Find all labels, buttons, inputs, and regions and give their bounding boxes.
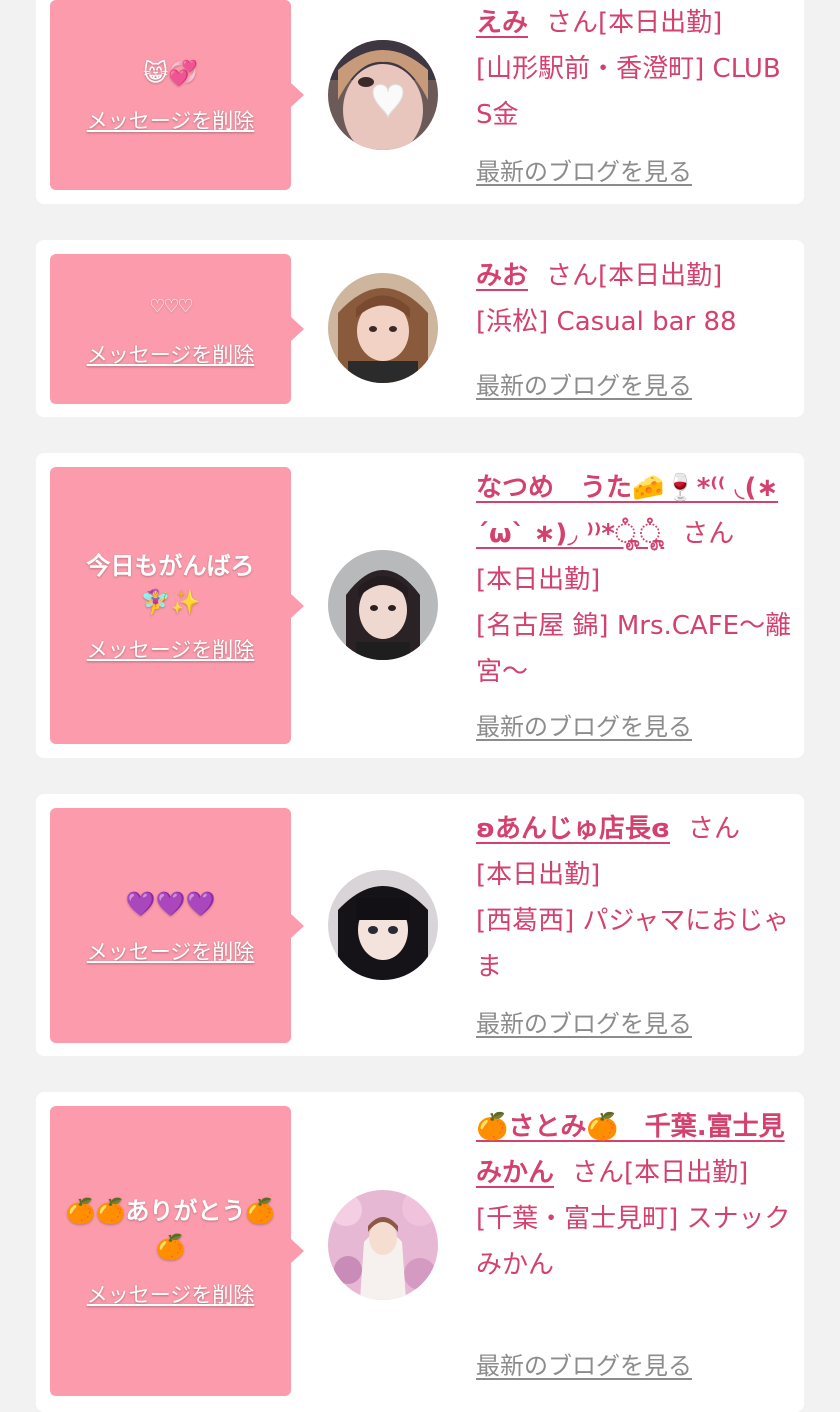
latest-blog-link[interactable]: 最新のブログを見る bbox=[476, 152, 692, 187]
avatar[interactable] bbox=[328, 273, 438, 383]
message-text: 🍊🍊ありがとう🍊🍊 bbox=[65, 1197, 276, 1261]
cast-info: なつめ うた🧀🍷*⁽⁽ ◟(∗ ˊωˋ ∗)◞ ⁾⁾*ೄ̊ೄ̊ さん [本日出勤]… bbox=[476, 465, 792, 695]
san-label: さん bbox=[682, 519, 735, 549]
message-bubble: 今日もがんばろ🧚‍♀️✨ メッセージを削除 bbox=[50, 467, 304, 744]
message-text: 😸💞 bbox=[143, 59, 198, 87]
cast-name-link[interactable]: みお bbox=[476, 261, 528, 291]
cast-info: ʚあんじゅ店長ɞ さん [本日出勤] [西葛西] パジャマにおじゃま bbox=[476, 806, 792, 990]
message-card: ♡♡♡ メッセージを削除 みお さん[本日出勤] [浜松] Casual bar … bbox=[36, 240, 804, 417]
delete-message-link[interactable]: メッセージを削除 bbox=[87, 105, 255, 135]
status-label: [本日出勤] bbox=[476, 565, 601, 595]
status-label: [本日出勤] bbox=[598, 261, 723, 291]
message-bubble: 😸💞 メッセージを削除 bbox=[50, 0, 304, 190]
shop-label: [山形駅前・香澄町] CLUB S金 bbox=[476, 54, 781, 130]
message-card: 今日もがんばろ🧚‍♀️✨ メッセージを削除 なつめ うた🧀🍷*⁽⁽ ◟(∗ ˊω… bbox=[36, 453, 804, 758]
girl-photo-cherry-blossom-icon bbox=[328, 1190, 438, 1300]
delete-message-link[interactable]: メッセージを削除 bbox=[87, 634, 255, 664]
message-text: 💜💜💜 bbox=[125, 889, 216, 918]
latest-blog-link[interactable]: 最新のブログを見る bbox=[476, 366, 692, 401]
message-bubble: ♡♡♡ メッセージを削除 bbox=[50, 254, 304, 404]
girl-photo-brown-hair-icon bbox=[328, 273, 438, 383]
message-card: 🍊🍊ありがとう🍊🍊 メッセージを削除 🍊さとみ🍊 千葉.富士見みかん さん[本日出… bbox=[36, 1092, 804, 1412]
message-text: 今日もがんばろ🧚‍♀️✨ bbox=[86, 551, 255, 616]
cast-info: みお さん[本日出勤] [浜松] Casual bar 88 bbox=[476, 253, 792, 345]
delete-message-link[interactable]: メッセージを削除 bbox=[87, 936, 255, 966]
message-text: ♡♡♡ bbox=[149, 296, 193, 317]
cast-name-link[interactable]: ʚあんじゅ店長ɞ bbox=[476, 814, 670, 844]
latest-blog-link[interactable]: 最新のブログを見る bbox=[476, 1004, 692, 1039]
girl-photo-black-hair-icon bbox=[328, 870, 438, 980]
avatar[interactable] bbox=[328, 40, 438, 150]
shop-label: [西葛西] パジャマにおじゃま bbox=[476, 906, 790, 982]
cast-info: えみ さん[本日出勤] [山形駅前・香澄町] CLUB S金 bbox=[476, 0, 792, 138]
cast-name-link[interactable]: えみ bbox=[476, 8, 528, 38]
cast-info: 🍊さとみ🍊 千葉.富士見みかん さん[本日出勤] [千葉・富士見町] スナックみか… bbox=[476, 1104, 792, 1288]
delete-message-link[interactable]: メッセージを削除 bbox=[87, 339, 255, 369]
status-label: [本日出勤] bbox=[598, 8, 723, 38]
latest-blog-link[interactable]: 最新のブログを見る bbox=[476, 707, 692, 742]
san-label: さん bbox=[572, 1158, 625, 1188]
girl-photo-dark-hair-icon bbox=[328, 550, 438, 660]
san-label: さん bbox=[546, 261, 599, 291]
message-bubble: 🍊🍊ありがとう🍊🍊 メッセージを削除 bbox=[50, 1106, 304, 1396]
message-card: 😸💞 メッセージを削除 えみ さん[本日出勤] [山形駅前・香澄町] CLUB S… bbox=[36, 0, 804, 204]
latest-blog-link[interactable]: 最新のブログを見る bbox=[476, 1346, 692, 1381]
avatar[interactable] bbox=[328, 550, 438, 660]
san-label: さん bbox=[688, 814, 741, 844]
message-card: 💜💜💜 メッセージを削除 ʚあんじゅ店長ɞ さん [本日出勤] [西葛西] パジャ… bbox=[36, 794, 804, 1056]
san-label: さん bbox=[546, 8, 599, 38]
shop-label: [千葉・富士見町] スナックみかん bbox=[476, 1204, 791, 1280]
girl-photo-heart-sticker-icon bbox=[328, 40, 438, 150]
shop-label: [浜松] Casual bar 88 bbox=[476, 307, 737, 337]
status-label: [本日出勤] bbox=[476, 860, 601, 890]
delete-message-link[interactable]: メッセージを削除 bbox=[87, 1279, 255, 1309]
avatar[interactable] bbox=[328, 870, 438, 980]
shop-label: [名古屋 錦] Mrs.CAFE〜離宮〜 bbox=[476, 611, 792, 687]
message-bubble: 💜💜💜 メッセージを削除 bbox=[50, 808, 304, 1043]
status-label: [本日出勤] bbox=[624, 1158, 749, 1188]
avatar[interactable] bbox=[328, 1190, 438, 1300]
